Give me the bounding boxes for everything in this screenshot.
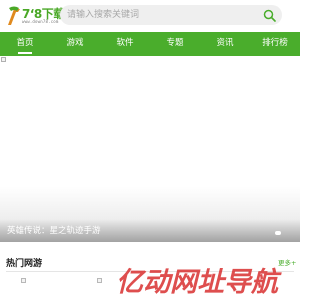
banner-image[interactable]: [0, 56, 300, 242]
broken-image-icon[interactable]: [21, 278, 26, 283]
main-nav: 首页 游戏 软件 专题 资讯 排行榜: [0, 32, 300, 56]
nav-item-games[interactable]: 游戏: [50, 32, 100, 56]
banner-carousel[interactable]: 英雄传说：星之轨迹手游: [0, 56, 300, 242]
nav-item-home[interactable]: 首页: [0, 32, 50, 56]
nav-item-software[interactable]: 软件: [100, 32, 150, 56]
nav-item-topics[interactable]: 专题: [150, 32, 200, 56]
banner-caption[interactable]: 英雄传说：星之轨迹手游: [7, 224, 101, 236]
section-title: 热门网游: [6, 259, 43, 269]
carousel-indicator-dot[interactable]: [275, 231, 281, 235]
nav-item-news[interactable]: 资讯: [200, 32, 250, 56]
broken-image-icon[interactable]: [97, 278, 102, 283]
logo-icon: [8, 6, 20, 25]
search-box: [60, 5, 282, 25]
watermark-text: 亿动网址导航: [116, 267, 278, 298]
search-input[interactable]: [60, 5, 256, 25]
watermark-logo: 亿动网址导航: [116, 258, 300, 300]
site-logo[interactable]: 7‘8下载网 www.down78.com: [6, 5, 77, 27]
nav-item-ranking[interactable]: 排行榜: [250, 32, 300, 56]
search-icon[interactable]: [263, 9, 276, 22]
logo-subtitle: www.down78.com: [22, 19, 59, 24]
header: 7‘8下载网 www.down78.com: [0, 0, 300, 32]
broken-image-icon: [1, 57, 6, 62]
